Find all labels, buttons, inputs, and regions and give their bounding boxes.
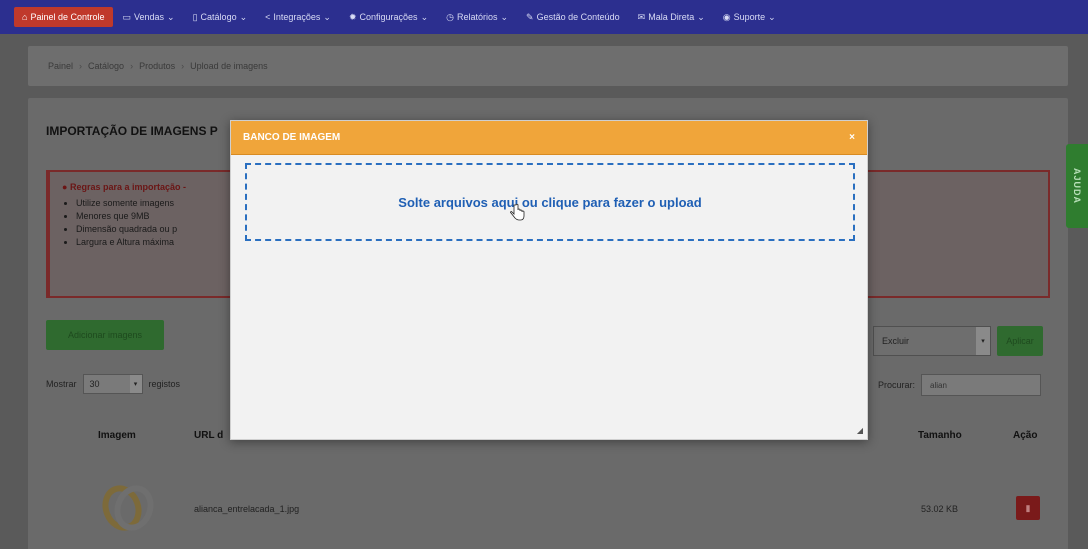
- breadcrumb-item[interactable]: Catálogo: [88, 61, 124, 71]
- image-bank-modal: BANCO DE IMAGEM × Solte arquivos aqui ou…: [230, 120, 868, 440]
- nav-label: Mala Direta: [648, 12, 695, 22]
- modal-header: BANCO DE IMAGEM ×: [231, 121, 867, 155]
- chevron-down-icon: ⌄: [768, 11, 776, 22]
- help-tab[interactable]: AJUDA: [1066, 144, 1088, 228]
- image-size: 53.02 KB: [921, 504, 959, 514]
- chevron-down-icon: ⌄: [500, 11, 509, 22]
- breadcrumb-separator: ›: [181, 61, 185, 71]
- search-control: Procurar: alian: [878, 374, 1042, 396]
- support-icon: ◉: [722, 11, 731, 22]
- nav-item-mala-direta[interactable]: ✉ Mala Direta ⌄: [630, 7, 713, 28]
- chevron-down-icon: ⌄: [323, 11, 331, 22]
- mail-icon: ✉: [637, 11, 646, 22]
- column-header-action: Ação: [1013, 430, 1038, 441]
- chevron-down-icon: ⌄: [697, 11, 705, 22]
- bulk-action-select[interactable]: Excluir ▾: [873, 326, 991, 356]
- nav-label: Gestão de Conteúdo: [536, 12, 620, 22]
- records-label: registos: [148, 379, 181, 389]
- add-images-button[interactable]: Adicionar imagens: [46, 320, 164, 350]
- nav-item-configuracoes[interactable]: ✹ Configurações ⌄: [341, 7, 436, 28]
- hand-cursor-icon: [510, 203, 525, 221]
- column-header-image[interactable]: Imagem: [98, 430, 136, 441]
- page-size-control: Mostrar 30 ▾ registos: [46, 374, 180, 394]
- bulk-actions: Excluir ▾ Aplicar: [873, 326, 1043, 356]
- breadcrumb-item[interactable]: Produtos: [139, 61, 175, 71]
- show-label: Mostrar: [46, 379, 77, 389]
- breadcrumb-separator: ›: [130, 61, 134, 71]
- breadcrumb-item: Upload de imagens: [190, 61, 268, 71]
- nav-label: Configurações: [359, 12, 418, 22]
- chevron-down-icon: ⌄: [239, 11, 248, 22]
- trash-icon: ▮: [1025, 502, 1031, 513]
- nav-label: Integrações: [273, 12, 321, 22]
- nav-item-painel[interactable]: ⌂ Painel de Controle: [14, 7, 113, 27]
- breadcrumb: Painel › Catálogo › Produtos › Upload de…: [28, 46, 1068, 86]
- chevron-down-icon: ⌄: [420, 11, 429, 22]
- rules-heading-text: Regras para a importação -: [69, 182, 186, 192]
- image-url: alianca_entrelacada_1.jpg: [194, 504, 300, 514]
- clock-icon: ◷: [446, 11, 454, 22]
- nav-item-relatorios[interactable]: ◷ Relatórios ⌄: [438, 7, 516, 28]
- edit-icon: ✎: [526, 11, 534, 22]
- cart-icon: ▭: [122, 11, 132, 22]
- page-size-select[interactable]: 30 ▾: [82, 374, 143, 394]
- delete-button[interactable]: ▮: [1016, 496, 1040, 520]
- chevron-down-icon: ⌄: [167, 11, 175, 22]
- home-icon: ⌂: [22, 12, 28, 22]
- nav-label: Catálogo: [200, 12, 237, 22]
- nav-item-vendas[interactable]: ▭ Vendas ⌄: [115, 7, 183, 28]
- book-icon: ▯: [192, 11, 198, 22]
- bulk-action-value: Excluir: [882, 336, 910, 346]
- nav-item-suporte[interactable]: ◉ Suporte ⌄: [715, 7, 784, 28]
- chevron-down-icon: ▾: [129, 375, 142, 393]
- top-navigation: ⌂ Painel de Controle ▭ Vendas ⌄ ▯ Catálogo ⌄ …: [0, 0, 1088, 34]
- apply-button[interactable]: Aplicar: [997, 326, 1043, 356]
- column-header-size[interactable]: Tamanho: [918, 430, 962, 441]
- column-header-url[interactable]: URL d: [194, 430, 223, 441]
- alert-icon: ●: [62, 182, 68, 192]
- resize-handle-icon[interactable]: ◢: [857, 426, 863, 435]
- search-label: Procurar:: [878, 380, 916, 390]
- gear-icon: ✹: [348, 11, 357, 22]
- nav-item-catalogo[interactable]: ▯ Catálogo ⌄: [185, 7, 256, 28]
- breadcrumb-item[interactable]: Painel: [48, 61, 73, 71]
- table-row: alianca_entrelacada_1.jpg 53.02 KB ▮: [28, 474, 1068, 544]
- chevron-down-icon: ▾: [976, 327, 990, 355]
- nav-label: Suporte: [733, 12, 766, 22]
- ring-thumbnail: [102, 485, 154, 531]
- nav-label: Relatórios: [456, 12, 498, 22]
- share-icon: <: [265, 12, 271, 22]
- nav-label: Painel de Controle: [30, 12, 105, 22]
- page-title: IMPORTAÇÃO DE IMAGENS P: [46, 124, 218, 138]
- search-input[interactable]: alian: [921, 374, 1042, 396]
- nav-item-gestao[interactable]: ✎ Gestão de Conteúdo: [518, 7, 628, 28]
- upload-dropzone[interactable]: Solte arquivos aqui ou clique para fazer…: [245, 163, 855, 241]
- dropzone-text: Solte arquivos aqui ou clique para fazer…: [398, 194, 702, 210]
- close-icon[interactable]: ×: [849, 132, 855, 143]
- breadcrumb-separator: ›: [79, 61, 83, 71]
- nav-label: Vendas: [134, 12, 165, 22]
- modal-title: BANCO DE IMAGEM: [243, 132, 341, 143]
- nav-item-integracoes[interactable]: < Integrações ⌄: [257, 7, 339, 28]
- page-size-value: 30: [89, 379, 100, 389]
